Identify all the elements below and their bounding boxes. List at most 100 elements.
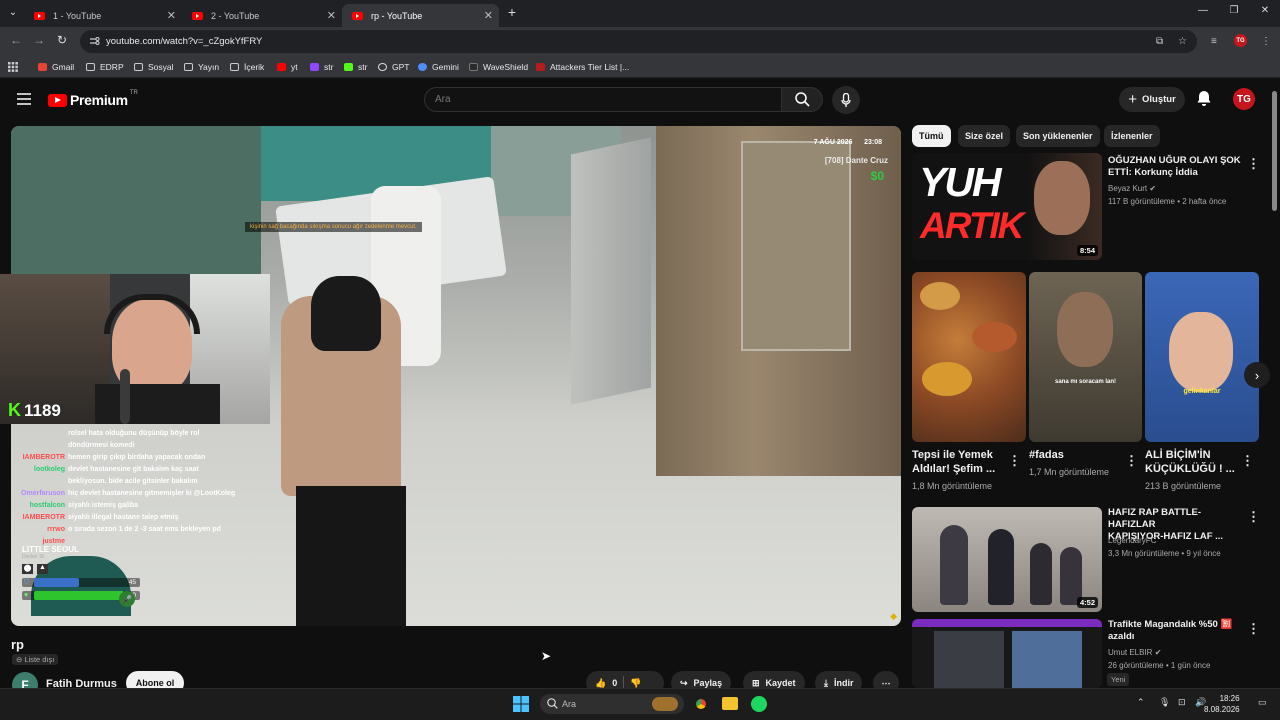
browser-menu-icon[interactable]: ⋮ <box>1261 36 1271 47</box>
tray-mic-icon[interactable]: 🎙 <box>1159 697 1170 708</box>
share-label: Paylaş <box>693 678 723 688</box>
page-scrollbar[interactable] <box>1271 83 1278 688</box>
network-icon[interactable]: ⊡ <box>1178 697 1186 708</box>
voice-search-button[interactable] <box>832 86 860 114</box>
logo-text: Premium <box>70 92 128 108</box>
site-info-icon[interactable] <box>89 36 100 46</box>
short-more-icon[interactable]: ⋮ <box>1008 453 1021 469</box>
forward-icon[interactable]: → <box>33 33 45 47</box>
chip-for-you[interactable]: Size özel <box>958 125 1011 147</box>
apps-grid-icon[interactable] <box>8 62 18 72</box>
chip-all[interactable]: Tümü <box>912 125 951 147</box>
search-button[interactable] <box>781 87 823 112</box>
short-more-icon[interactable]: ⋮ <box>1125 453 1138 469</box>
browser-tab-3[interactable]: rp - YouTube ✕ <box>342 4 499 27</box>
create-button[interactable]: + Oluştur <box>1119 87 1185 112</box>
youtube-premium-logo[interactable]: Premium TR <box>48 90 138 108</box>
short-title[interactable]: #fadas <box>1029 448 1124 462</box>
bookmark-attackers[interactable]: Attackers Tier List |... <box>536 62 629 72</box>
bookmark-gpt[interactable]: GPT <box>378 62 409 72</box>
bookmark-gmail[interactable]: Gmail <box>38 62 74 72</box>
rec-thumbnail[interactable]: 4:52 <box>912 507 1102 612</box>
browser-tab-1[interactable]: 1 - YouTube ✕ <box>24 4 182 27</box>
chatgpt-icon <box>378 63 387 71</box>
chat-text: döndürmesi komedi <box>68 442 135 449</box>
notifications-bell-icon[interactable] <box>1196 90 1212 107</box>
like-button[interactable]: 👍 0 <box>595 678 617 689</box>
shield-icon: ⛉ <box>24 579 30 586</box>
chrome-taskbar-icon[interactable] <box>692 695 710 713</box>
back-icon[interactable]: ← <box>10 33 22 47</box>
profile-avatar-icon[interactable]: TG <box>1234 34 1247 47</box>
hud-hunger-icon: ⬤ <box>22 564 33 574</box>
spotify-icon[interactable] <box>751 696 767 712</box>
bookmark-yt[interactable]: yt <box>277 62 298 72</box>
short-thumbnail[interactable]: sana mı soracam lan! <box>1029 272 1142 442</box>
twitch-icon <box>310 63 319 71</box>
rec-channel[interactable]: Beyaz Kurt ✔ <box>1108 183 1156 195</box>
rec-channel[interactable]: LegendaryFC <box>1108 535 1156 547</box>
rec-more-icon[interactable]: ⋮ <box>1247 509 1260 525</box>
scene-privacy-screen <box>571 137 651 405</box>
rec-thumbnail[interactable]: YUH ARTIK 8:54 <box>912 153 1102 260</box>
bookmark-icerik[interactable]: İçerik <box>230 62 264 72</box>
bookmark-edrp[interactable]: EDRP <box>86 62 124 72</box>
short-more-icon[interactable]: ⋮ <box>1241 453 1254 469</box>
rec-title[interactable]: OĞUZHAN UĞUR OLAYI ŞOK ETTİ: Korkunç İdd… <box>1108 155 1243 179</box>
close-tab-icon[interactable]: ✕ <box>327 9 336 22</box>
rec-more-icon[interactable]: ⋮ <box>1247 621 1260 637</box>
hamburger-menu-icon[interactable] <box>17 93 31 105</box>
bookmark-waveshield[interactable]: WaveShield <box>469 62 528 72</box>
taskbar-clock[interactable]: 18:26 8.08.2026 <box>1204 693 1240 715</box>
rec-meta: 3,3 Mn görüntüleme • 9 yıl önce <box>1108 549 1221 558</box>
browser-tab-2[interactable]: 2 - YouTube ✕ <box>182 4 342 27</box>
short-title[interactable]: Tepsi ile Yemek Aldılar! Şefim ... <box>912 448 1007 476</box>
bookmark-str-kick[interactable]: str <box>344 62 367 72</box>
close-tab-icon[interactable]: ✕ <box>167 9 176 22</box>
close-tab-icon[interactable]: ✕ <box>484 9 493 22</box>
address-bar[interactable]: youtube.com/watch?v=_cZgokYfFRY <box>80 30 1197 53</box>
clock-date: 8.08.2026 <box>1204 705 1240 714</box>
thumbnail-text: ARTIK <box>920 205 1024 246</box>
dislike-button[interactable]: 👎 <box>630 678 641 689</box>
chat-text: siyahlı illegal hastane talep etmiş <box>68 514 179 521</box>
reload-icon[interactable]: ↻ <box>57 33 67 47</box>
install-app-icon[interactable]: ⧉ <box>1156 36 1163 47</box>
minimize-icon[interactable]: — <box>1194 5 1212 16</box>
maximize-icon[interactable]: ❐ <box>1225 5 1243 16</box>
channel-name: Beyaz Kurt <box>1108 184 1148 193</box>
bookmark-sosyal[interactable]: Sosyal <box>134 62 174 72</box>
rec-more-icon[interactable]: ⋮ <box>1247 156 1260 172</box>
taskbar-search[interactable]: Ara <box>540 694 684 714</box>
browser-tab-strip: ⌄ 1 - YouTube ✕ 2 - YouTube ✕ rp - YouTu… <box>0 0 1280 27</box>
waveshield-icon <box>469 63 478 71</box>
rec-channel[interactable]: Umut ELBIR ✔ <box>1108 647 1161 659</box>
bookmark-yayin[interactable]: Yayın <box>184 62 219 72</box>
bookmark-star-icon[interactable]: ☆ <box>1178 36 1187 47</box>
short-title[interactable]: ALİ BİÇİM'İN KÜÇÜKLÜĞÜ ! ... <box>1145 448 1240 476</box>
chat-text: rolsel hata olduğunu düşünüp böyle rol <box>68 430 200 437</box>
short-caption: gelinkanlar <box>1183 388 1221 395</box>
close-window-icon[interactable]: ✕ <box>1256 5 1274 16</box>
armor-value: 45 <box>128 579 136 586</box>
bookmark-label: Gmail <box>52 62 75 72</box>
tab-search-icon[interactable]: ⌄ <box>4 7 22 18</box>
scrollbar-thumb[interactable] <box>1272 91 1277 211</box>
rec-title[interactable]: Trafikte Magandalık %50 🈹 azaldı <box>1108 619 1243 643</box>
notification-center-icon[interactable]: ▭ <box>1258 697 1267 708</box>
rec-thumbnail[interactable] <box>912 619 1102 688</box>
short-thumbnail[interactable]: gelinkanlar <box>1145 272 1259 442</box>
new-tab-icon[interactable]: + <box>503 4 521 20</box>
chip-recent[interactable]: Son yüklenenler <box>1016 125 1100 147</box>
search-input[interactable] <box>424 87 782 112</box>
bookmark-gemini[interactable]: Gemini <box>418 62 459 72</box>
shorts-next-button[interactable]: › <box>1244 362 1270 388</box>
account-avatar[interactable]: TG <box>1233 88 1255 110</box>
tray-overflow-icon[interactable]: ⌃ <box>1137 697 1145 708</box>
windows-start-icon[interactable] <box>513 696 529 712</box>
media-control-icon[interactable]: ≡ <box>1211 36 1217 47</box>
file-explorer-icon[interactable] <box>722 697 738 710</box>
bookmark-str-twitch[interactable]: str <box>310 62 333 72</box>
chip-watched[interactable]: İzlenenler <box>1104 125 1160 147</box>
short-thumbnail[interactable] <box>912 272 1026 442</box>
